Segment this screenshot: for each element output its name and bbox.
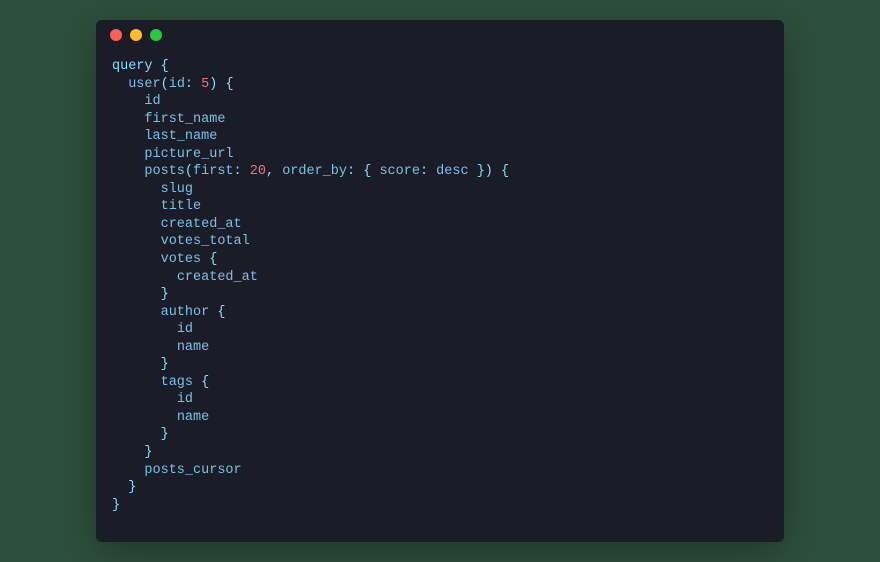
token-pn: } xyxy=(161,427,169,442)
token-fld: order_by xyxy=(282,164,347,179)
token-fld: posts_cursor xyxy=(144,463,241,478)
token-kw: query xyxy=(112,59,153,74)
minimize-icon[interactable] xyxy=(130,29,142,41)
token-fld: slug xyxy=(161,182,193,197)
code-line: last_name xyxy=(112,128,768,146)
token-fld: tags xyxy=(161,375,193,390)
code-line: } xyxy=(112,426,768,444)
token-fld: name xyxy=(177,340,209,355)
token-pn: } xyxy=(128,480,136,495)
token-txt xyxy=(242,164,250,179)
token-fld: votes xyxy=(161,252,202,267)
code-line: author { xyxy=(112,304,768,322)
token-pn: { xyxy=(209,252,217,267)
token-fld: user xyxy=(128,77,160,92)
token-fld: author xyxy=(161,305,210,320)
token-fld: id xyxy=(177,392,193,407)
token-fld: votes_total xyxy=(161,234,250,249)
token-fld: posts xyxy=(144,164,185,179)
token-txt xyxy=(274,164,282,179)
token-pn: } xyxy=(477,164,485,179)
token-txt xyxy=(193,77,201,92)
token-fld: first xyxy=(193,164,234,179)
token-pn: ) xyxy=(485,164,493,179)
token-fld: first_name xyxy=(144,112,225,127)
close-icon[interactable] xyxy=(110,29,122,41)
code-line: } xyxy=(112,444,768,462)
code-line: name xyxy=(112,339,768,357)
code-line: posts_cursor xyxy=(112,462,768,480)
code-line: first_name xyxy=(112,111,768,129)
token-pn: ( xyxy=(161,77,169,92)
token-pn: { xyxy=(161,59,169,74)
code-line: name xyxy=(112,409,768,427)
titlebar xyxy=(96,20,784,50)
token-txt xyxy=(428,164,436,179)
token-pn: : xyxy=(185,77,193,92)
token-fld: created_at xyxy=(161,217,242,232)
token-pn: { xyxy=(501,164,509,179)
code-line: created_at xyxy=(112,216,768,234)
code-window: query { user(id: 5) { id first_name last… xyxy=(96,20,784,542)
token-fld: title xyxy=(161,199,202,214)
code-line: id xyxy=(112,391,768,409)
token-fld: score xyxy=(379,164,420,179)
token-pn: } xyxy=(144,445,152,460)
token-pn: : xyxy=(347,164,355,179)
token-fld: name xyxy=(177,410,209,425)
code-line: votes_total xyxy=(112,233,768,251)
token-pn: , xyxy=(266,164,274,179)
token-pn: : xyxy=(420,164,428,179)
token-fld: created_at xyxy=(177,270,258,285)
token-fld: id xyxy=(144,94,160,109)
code-line: id xyxy=(112,93,768,111)
code-line: tags { xyxy=(112,374,768,392)
code-line: user(id: 5) { xyxy=(112,76,768,94)
token-fld: desc xyxy=(436,164,468,179)
code-line: id xyxy=(112,321,768,339)
token-txt xyxy=(193,375,201,390)
token-pn: { xyxy=(217,305,225,320)
code-line: votes { xyxy=(112,251,768,269)
code-line: } xyxy=(112,356,768,374)
code-line: title xyxy=(112,198,768,216)
token-fld: id xyxy=(169,77,185,92)
code-line: posts(first: 20, order_by: { score: desc… xyxy=(112,163,768,181)
code-line: query { xyxy=(112,58,768,76)
token-txt xyxy=(153,59,161,74)
token-txt xyxy=(493,164,501,179)
token-num: 20 xyxy=(250,164,266,179)
token-fld: picture_url xyxy=(144,147,233,162)
code-line: } xyxy=(112,479,768,497)
token-pn: { xyxy=(225,77,233,92)
code-line: } xyxy=(112,497,768,515)
zoom-icon[interactable] xyxy=(150,29,162,41)
token-pn: } xyxy=(112,498,120,513)
token-pn: : xyxy=(234,164,242,179)
token-fld: last_name xyxy=(144,129,217,144)
code-line: slug xyxy=(112,181,768,199)
token-txt xyxy=(355,164,363,179)
token-pn: } xyxy=(161,287,169,302)
code-line: created_at xyxy=(112,269,768,287)
code-line: } xyxy=(112,286,768,304)
token-pn: { xyxy=(201,375,209,390)
code-line: picture_url xyxy=(112,146,768,164)
token-pn: } xyxy=(161,357,169,372)
token-txt xyxy=(469,164,477,179)
code-editor: query { user(id: 5) { id first_name last… xyxy=(96,50,784,530)
token-fld: id xyxy=(177,322,193,337)
token-pn: ( xyxy=(185,164,193,179)
